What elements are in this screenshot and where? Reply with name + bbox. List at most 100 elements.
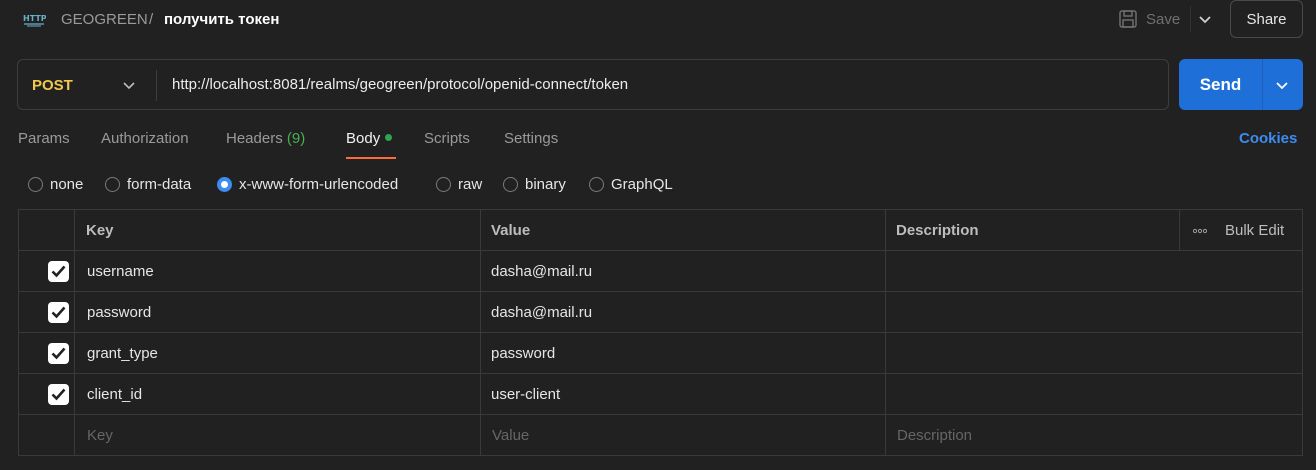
- radio-circle[interactable]: [28, 177, 43, 192]
- new-value-input[interactable]: Value: [492, 427, 529, 444]
- tab-scripts[interactable]: Scripts: [424, 130, 470, 147]
- radio-circle[interactable]: [503, 177, 518, 192]
- request-tabs: Params Authorization Headers (9) Body Sc…: [0, 120, 1316, 162]
- url-divider: [156, 70, 157, 101]
- check-icon: [51, 388, 66, 401]
- table-row: username dasha@mail.ru: [19, 251, 1302, 292]
- table-row: grant_type password: [19, 333, 1302, 374]
- column-divider: [885, 374, 886, 414]
- column-divider: [74, 251, 75, 291]
- headers-count-badge: (9): [286, 130, 306, 147]
- breadcrumb-separator: /: [149, 11, 154, 28]
- radio-label: GraphQL: [611, 176, 673, 193]
- chevron-down-icon[interactable]: [1196, 10, 1214, 28]
- send-divider: [1262, 59, 1263, 110]
- tab-headers[interactable]: Headers (9): [226, 130, 305, 147]
- svg-text:HTTP: HTTP: [23, 14, 46, 23]
- column-divider: [74, 415, 75, 456]
- new-description-input[interactable]: Description: [897, 427, 972, 444]
- save-icon: [1119, 10, 1137, 28]
- body-indicator-dot: [385, 134, 393, 141]
- column-divider: [885, 415, 886, 456]
- url-bar: POST http://localhost:8081/realms/geogre…: [17, 59, 1169, 110]
- column-divider: [480, 251, 481, 291]
- http-icon: HTTP: [23, 14, 46, 27]
- bulk-edit-button[interactable]: Bulk Edit: [1193, 222, 1284, 239]
- row-value[interactable]: dasha@mail.ru: [491, 304, 592, 321]
- row-value[interactable]: password: [491, 345, 555, 362]
- table-header-row: Key Value Description Bulk Edit: [19, 210, 1302, 251]
- row-key[interactable]: grant_type: [87, 345, 158, 362]
- radio-label: form-data: [127, 176, 192, 193]
- radio-circle[interactable]: [105, 177, 120, 192]
- tab-body-label: Body: [346, 130, 381, 147]
- top-bar: HTTP GEOGREEN / получить токен Save Shar…: [0, 0, 1316, 40]
- column-divider: [74, 374, 75, 414]
- column-divider: [74, 292, 75, 332]
- bulk-edit-label: Bulk Edit: [1225, 222, 1285, 239]
- radio-circle-selected[interactable]: [217, 177, 232, 192]
- column-divider: [885, 251, 886, 291]
- tab-headers-label: Headers: [226, 130, 283, 147]
- check-icon: [51, 306, 66, 319]
- radio-label: x-www-form-urlencoded: [239, 176, 399, 193]
- request-title[interactable]: получить токен: [164, 11, 279, 28]
- chevron-down-icon[interactable]: [1273, 76, 1291, 94]
- tab-authorization[interactable]: Authorization: [101, 130, 189, 147]
- radio-circle[interactable]: [589, 177, 604, 192]
- radio-circle[interactable]: [436, 177, 451, 192]
- header-value: Value: [491, 222, 531, 239]
- column-divider: [74, 210, 75, 250]
- radio-graphql[interactable]: GraphQL: [589, 176, 673, 193]
- radio-form-data[interactable]: form-data: [105, 176, 191, 193]
- column-divider: [480, 292, 481, 332]
- column-divider: [1179, 210, 1180, 250]
- header-key: Key: [86, 222, 114, 239]
- more-dots-icon: [1193, 228, 1207, 233]
- row-value[interactable]: user-client: [491, 386, 560, 403]
- radio-label: binary: [525, 176, 566, 193]
- row-checkbox[interactable]: [48, 261, 69, 282]
- column-divider: [885, 210, 886, 250]
- row-key[interactable]: client_id: [87, 386, 142, 403]
- params-table: Key Value Description Bulk Edit username…: [18, 209, 1303, 456]
- chevron-down-icon[interactable]: [120, 76, 138, 94]
- tab-params[interactable]: Params: [18, 130, 70, 147]
- radio-label: none: [50, 176, 84, 193]
- tab-settings[interactable]: Settings: [504, 130, 558, 147]
- breadcrumb-workspace[interactable]: GEOGREEN: [61, 11, 148, 28]
- column-divider: [885, 292, 886, 332]
- table-row: client_id user-client: [19, 374, 1302, 415]
- share-button[interactable]: Share: [1230, 0, 1303, 38]
- column-divider: [480, 415, 481, 456]
- tab-body[interactable]: Body: [346, 130, 393, 147]
- radio-urlencoded[interactable]: x-www-form-urlencoded: [217, 176, 398, 193]
- active-tab-underline: [346, 157, 396, 159]
- cookies-link[interactable]: Cookies: [1239, 130, 1297, 147]
- table-row-empty: Key Value Description: [19, 415, 1302, 456]
- row-key[interactable]: username: [87, 263, 154, 280]
- row-checkbox[interactable]: [48, 384, 69, 405]
- save-button[interactable]: Save: [1146, 11, 1180, 28]
- column-divider: [480, 333, 481, 373]
- row-checkbox[interactable]: [48, 343, 69, 364]
- check-icon: [51, 347, 66, 360]
- header-description: Description: [896, 222, 979, 239]
- radio-none[interactable]: none: [28, 176, 83, 193]
- row-value[interactable]: dasha@mail.ru: [491, 263, 592, 280]
- url-input[interactable]: http://localhost:8081/realms/geogreen/pr…: [172, 76, 628, 93]
- method-select[interactable]: POST: [32, 77, 73, 94]
- new-key-input[interactable]: Key: [87, 427, 113, 444]
- radio-raw[interactable]: raw: [436, 176, 482, 193]
- save-divider: [1190, 6, 1191, 32]
- radio-label: raw: [458, 176, 483, 193]
- column-divider: [480, 374, 481, 414]
- send-button[interactable]: Send: [1179, 59, 1262, 110]
- column-divider: [885, 333, 886, 373]
- radio-binary[interactable]: binary: [503, 176, 566, 193]
- column-divider: [74, 333, 75, 373]
- row-key[interactable]: password: [87, 304, 151, 321]
- check-icon: [51, 265, 66, 278]
- row-checkbox[interactable]: [48, 302, 69, 323]
- body-type-selector: none form-data x-www-form-urlencoded raw…: [0, 172, 1316, 198]
